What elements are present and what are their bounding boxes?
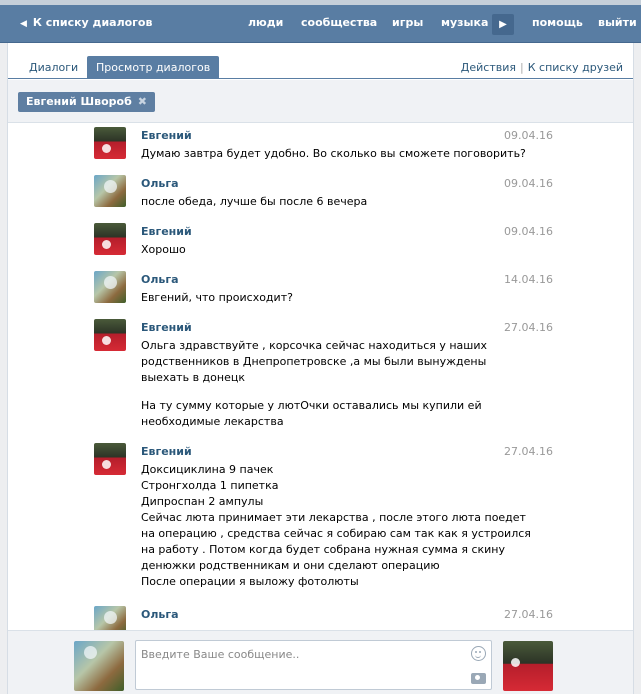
- message-line: Дипроспан 2 ампулы: [141, 495, 264, 508]
- main-panel: Диалоги Просмотр диалогов Действия | К спи…: [7, 43, 634, 694]
- message-input-box[interactable]: [135, 640, 492, 690]
- message-line: родственников в Днепропетровске ,а мы бы…: [141, 355, 487, 368]
- message-paragraph: Доксициклина 9 пачек Стронгхолда 1 пипетк…: [141, 462, 531, 590]
- message-line: На ту сумму которые у лютОчки оставались…: [141, 399, 482, 412]
- message-paragraph: после обеда, лучше бы после 6 вечера: [141, 194, 501, 210]
- actions-link[interactable]: Действия: [461, 61, 516, 74]
- message-line: денюжки родственникам и они сделают опер…: [141, 559, 440, 572]
- message-line: Хорошо: [141, 243, 186, 256]
- message-date: 09.04.16: [504, 225, 553, 238]
- camera-icon[interactable]: [471, 673, 486, 684]
- message-date: 27.04.16: [504, 445, 553, 458]
- avatar[interactable]: [94, 223, 126, 255]
- message-input[interactable]: [141, 645, 461, 663]
- message-paragraph: Евгений, что происходит?: [141, 290, 501, 306]
- message-author[interactable]: Ольга: [141, 273, 179, 286]
- smile-icon[interactable]: [471, 646, 486, 661]
- message-paragraph: Ольга здравствуйте , корсочка сейчас нах…: [141, 338, 501, 386]
- peer-avatar[interactable]: [503, 641, 553, 691]
- friends-list-link[interactable]: К списку друзей: [528, 61, 623, 74]
- message-date: 09.04.16: [504, 129, 553, 142]
- message-text: после обеда, лучше бы после 6 вечера: [141, 194, 501, 210]
- message-line: необходимые лекарства: [141, 415, 284, 428]
- message-author[interactable]: Евгений: [141, 225, 192, 238]
- nav-games[interactable]: игры: [392, 16, 423, 29]
- message-author[interactable]: Ольга: [141, 177, 179, 190]
- links-separator: |: [520, 61, 524, 74]
- message-line: на операцию , средства сейчас я собираю …: [141, 527, 531, 540]
- message-author[interactable]: Евгений: [141, 321, 192, 334]
- message-date: 14.04.16: [504, 273, 553, 286]
- message-author[interactable]: Ольга: [141, 608, 179, 621]
- message-text: Думаю завтра будет удобно. Во сколько вы…: [141, 146, 526, 162]
- back-to-dialogs-link[interactable]: ◀ К списку диалогов: [20, 16, 152, 29]
- message-paragraph: На ту сумму которые у лютОчки оставались…: [141, 398, 501, 430]
- avatar[interactable]: [94, 319, 126, 351]
- nav-help[interactable]: помощь: [532, 16, 583, 29]
- nav-communities[interactable]: сообщества: [301, 16, 377, 29]
- my-avatar[interactable]: [74, 641, 124, 691]
- nav-logout[interactable]: выйти: [598, 16, 637, 29]
- back-arrow-icon: ◀: [20, 19, 27, 29]
- message-paragraph: Думаю завтра будет удобно. Во сколько вы…: [141, 146, 526, 162]
- message-line: Думаю завтра будет удобно. Во сколько вы…: [141, 147, 526, 160]
- message-line: Стронгхолда 1 пипетка: [141, 479, 279, 492]
- nav-people[interactable]: люди: [248, 16, 283, 29]
- message-line: Сейчас люта принимает эти лекарства , по…: [141, 511, 526, 524]
- filter-bar: Евгений Швороб ✖: [8, 80, 633, 123]
- message-line: после обеда, лучше бы после 6 вечера: [141, 195, 368, 208]
- interlocutor-chip[interactable]: Евгений Швороб ✖: [18, 92, 155, 112]
- message-date: 27.04.16: [504, 608, 553, 621]
- message-line: Евгений, что происходит?: [141, 291, 293, 304]
- message-text: Хорошо: [141, 242, 501, 258]
- message-line: После операции я выложу фотолюты: [141, 575, 359, 588]
- back-label: К списку диалогов: [32, 16, 153, 29]
- message-author[interactable]: Евгений: [141, 129, 192, 142]
- avatar[interactable]: [94, 606, 126, 630]
- message-list[interactable]: Евгений 09.04.16 Думаю завтра будет удобно…: [8, 124, 633, 630]
- tab-bar: Диалоги Просмотр диалогов Действия | К спи…: [8, 43, 633, 79]
- composer: [8, 630, 633, 694]
- avatar[interactable]: [94, 271, 126, 303]
- chip-label: Евгений Швороб: [26, 95, 132, 108]
- tab-dialogs[interactable]: Диалоги: [20, 56, 87, 79]
- top-header: ◀ К списку диалогов люди сообщества игры …: [0, 5, 641, 43]
- avatar[interactable]: [94, 443, 126, 475]
- more-arrow-button[interactable]: ▶: [492, 14, 514, 35]
- message-text: Ольга здравствуйте , корсочка сейчас нах…: [141, 338, 501, 430]
- message-line: Доксициклина 9 пачек: [141, 463, 274, 476]
- tab-right-links: Действия | К списку друзей: [461, 61, 623, 74]
- message-line: выехать в донецк: [141, 371, 245, 384]
- message-date: 09.04.16: [504, 177, 553, 190]
- play-arrow-icon: ▶: [499, 19, 507, 30]
- message-date: 27.04.16: [504, 321, 553, 334]
- tab-view-dialogs[interactable]: Просмотр диалогов: [87, 56, 220, 79]
- message-author[interactable]: Евгений: [141, 445, 192, 458]
- close-icon[interactable]: ✖: [138, 95, 147, 108]
- message-text: Доксициклина 9 пачек Стронгхолда 1 пипетк…: [141, 462, 531, 590]
- avatar[interactable]: [94, 175, 126, 207]
- message-paragraph: Хорошо: [141, 242, 501, 258]
- nav-music[interactable]: музыка: [441, 16, 488, 29]
- avatar[interactable]: [94, 127, 126, 159]
- message-text: Евгений, что происходит?: [141, 290, 501, 306]
- message-line: на работу . Потом когда будет собрана ну…: [141, 543, 505, 556]
- message-line: Ольга здравствуйте , корсочка сейчас нах…: [141, 339, 488, 352]
